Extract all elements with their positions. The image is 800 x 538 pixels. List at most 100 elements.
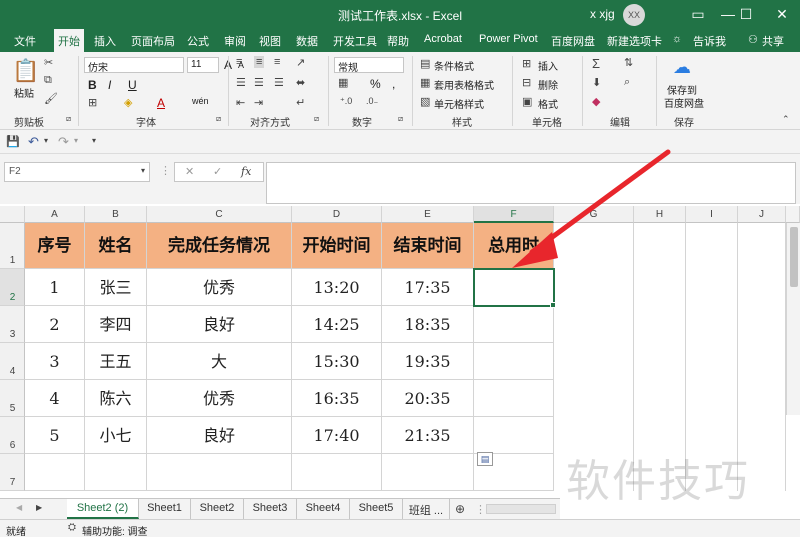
horizontal-scrollbar[interactable]	[486, 504, 556, 514]
table-cell[interactable]	[292, 454, 382, 491]
customize-qat-icon[interactable]: ▾	[92, 136, 96, 145]
table-cell[interactable]: 4	[25, 380, 85, 417]
increase-decimal-icon[interactable]: ⁺.0	[340, 96, 352, 107]
font-color-button[interactable]: A	[157, 96, 165, 110]
table-cell[interactable]: 14:25	[292, 306, 382, 343]
save-icon[interactable]: 💾	[6, 135, 20, 148]
merge-cells-icon[interactable]: ⬌	[296, 76, 305, 89]
font-size-select[interactable]: 11	[187, 57, 219, 73]
insert-function-icon[interactable]: fx	[241, 165, 251, 178]
table-cell[interactable]: 良好	[147, 306, 292, 343]
dialog-launcher-icon[interactable]: ⧄	[398, 114, 403, 124]
header-cell[interactable]: 开始时间	[292, 223, 382, 269]
enter-icon[interactable]: ✓	[213, 165, 222, 178]
dialog-launcher-icon[interactable]: ⧄	[314, 114, 319, 124]
restore-button[interactable]: ☐	[728, 0, 764, 29]
align-middle-icon[interactable]: ≡	[254, 56, 265, 68]
tab-acrobat[interactable]: Acrobat	[424, 33, 462, 45]
close-button[interactable]: ✕	[764, 0, 800, 29]
tab-data[interactable]: 数据	[296, 33, 318, 49]
table-cell[interactable]: 大	[147, 343, 292, 380]
align-left-icon[interactable]: ☰	[236, 76, 246, 89]
tab-review[interactable]: 审阅	[224, 33, 246, 49]
scrollbar-thumb[interactable]	[790, 227, 798, 287]
sheet-tab[interactable]: Sheet3	[244, 499, 297, 519]
redo-dropdown-icon[interactable]: ▾	[74, 136, 78, 145]
insert-cells-button[interactable]: 插入	[538, 58, 558, 73]
sheet-tab[interactable]: 班组 ...	[403, 499, 450, 519]
table-cell[interactable]: 1	[25, 269, 85, 306]
copy-icon[interactable]: ⧉	[44, 74, 52, 87]
undo-dropdown-icon[interactable]: ▾	[44, 136, 48, 145]
format-painter-icon[interactable]: 🖌	[44, 92, 58, 105]
select-all-corner[interactable]	[0, 206, 25, 223]
row-header[interactable]: 6	[0, 417, 25, 454]
currency-icon[interactable]: ▦	[338, 76, 348, 89]
sheet-tab[interactable]: Sheet1	[139, 499, 191, 519]
table-cell[interactable]: 3	[25, 343, 85, 380]
add-sheet-icon[interactable]: ⊕	[455, 502, 465, 516]
borders-icon[interactable]: ⊞	[88, 96, 97, 109]
header-cell[interactable]: 完成任务情况	[147, 223, 292, 269]
lightbulb-icon[interactable]: ☼	[672, 33, 682, 45]
conditional-format-button[interactable]: 条件格式	[434, 58, 474, 73]
sheet-tab[interactable]: Sheet4	[297, 499, 350, 519]
table-cell[interactable]: 王五	[85, 343, 147, 380]
row-header[interactable]: 4	[0, 343, 25, 380]
column-header[interactable]: J	[738, 206, 786, 223]
undo-icon[interactable]: ↶	[28, 134, 39, 150]
table-cell[interactable]: 良好	[147, 417, 292, 454]
cancel-icon[interactable]: ✕	[185, 165, 194, 178]
paste-button[interactable]: 粘贴	[14, 85, 34, 100]
align-right-icon[interactable]: ☰	[274, 76, 284, 89]
table-cell[interactable]	[474, 306, 554, 343]
phonetic-button[interactable]: wén	[192, 96, 209, 106]
sort-filter-icon[interactable]: ⇅	[624, 56, 633, 69]
sheet-tab[interactable]: Sheet2	[191, 499, 244, 519]
header-cell[interactable]: 姓名	[85, 223, 147, 269]
table-cell[interactable]	[85, 454, 147, 491]
underline-button[interactable]: U	[128, 78, 137, 92]
header-cell[interactable]: 结束时间	[382, 223, 474, 269]
column-header[interactable]: E	[382, 206, 474, 223]
table-cell[interactable]: 20:35	[382, 380, 474, 417]
fill-icon[interactable]: ⬇	[592, 76, 601, 89]
table-cell[interactable]	[474, 417, 554, 454]
name-box-dropdown-icon[interactable]: ▾	[141, 166, 145, 175]
row-header[interactable]: 5	[0, 380, 25, 417]
table-cell[interactable]: 优秀	[147, 380, 292, 417]
tab-baidu-pan[interactable]: 百度网盘	[551, 33, 595, 49]
format-cells-button[interactable]: 格式	[538, 96, 558, 111]
table-cell[interactable]: 李四	[85, 306, 147, 343]
column-header[interactable]: D	[292, 206, 382, 223]
table-cell[interactable]	[25, 454, 85, 491]
column-header[interactable]: B	[85, 206, 147, 223]
baidu-cloud-icon[interactable]: ☁	[673, 57, 691, 78]
cell-styles-button[interactable]: 单元格样式	[434, 96, 484, 111]
tab-new-tab[interactable]: 新建选项卡	[607, 33, 662, 49]
decrease-indent-icon[interactable]: ⇤	[236, 96, 245, 109]
table-cell[interactable]: 19:35	[382, 343, 474, 380]
align-top-icon[interactable]: ≡	[236, 56, 242, 68]
table-cell[interactable]: 张三	[85, 269, 147, 306]
tab-formulas[interactable]: 公式	[187, 33, 209, 49]
number-format-select[interactable]: 常规	[334, 57, 404, 74]
percent-button[interactable]: %	[370, 77, 381, 91]
next-sheet-icon[interactable]: ▶	[36, 503, 42, 512]
align-bottom-icon[interactable]: ≡	[274, 56, 280, 68]
tab-developer[interactable]: 开发工具	[333, 33, 377, 49]
tab-split-icon[interactable]: ⋮	[475, 503, 486, 516]
tab-insert[interactable]: 插入	[94, 33, 116, 49]
dialog-launcher-icon[interactable]: ⧄	[66, 114, 71, 124]
redo-icon[interactable]: ↷	[58, 134, 69, 150]
comma-button[interactable]: ,	[392, 77, 395, 91]
avatar[interactable]: XX	[623, 4, 645, 26]
column-header[interactable]: A	[25, 206, 85, 223]
row-header-selected[interactable]: 2	[0, 269, 25, 306]
tell-me-search[interactable]: 告诉我	[693, 33, 726, 49]
collapse-ribbon-icon[interactable]: ⌃	[782, 114, 790, 125]
clear-icon[interactable]: ◆	[592, 95, 600, 108]
delete-cells-button[interactable]: 删除	[538, 77, 558, 92]
row-header[interactable]: 3	[0, 306, 25, 343]
tab-power-pivot[interactable]: Power Pivot	[479, 33, 538, 45]
